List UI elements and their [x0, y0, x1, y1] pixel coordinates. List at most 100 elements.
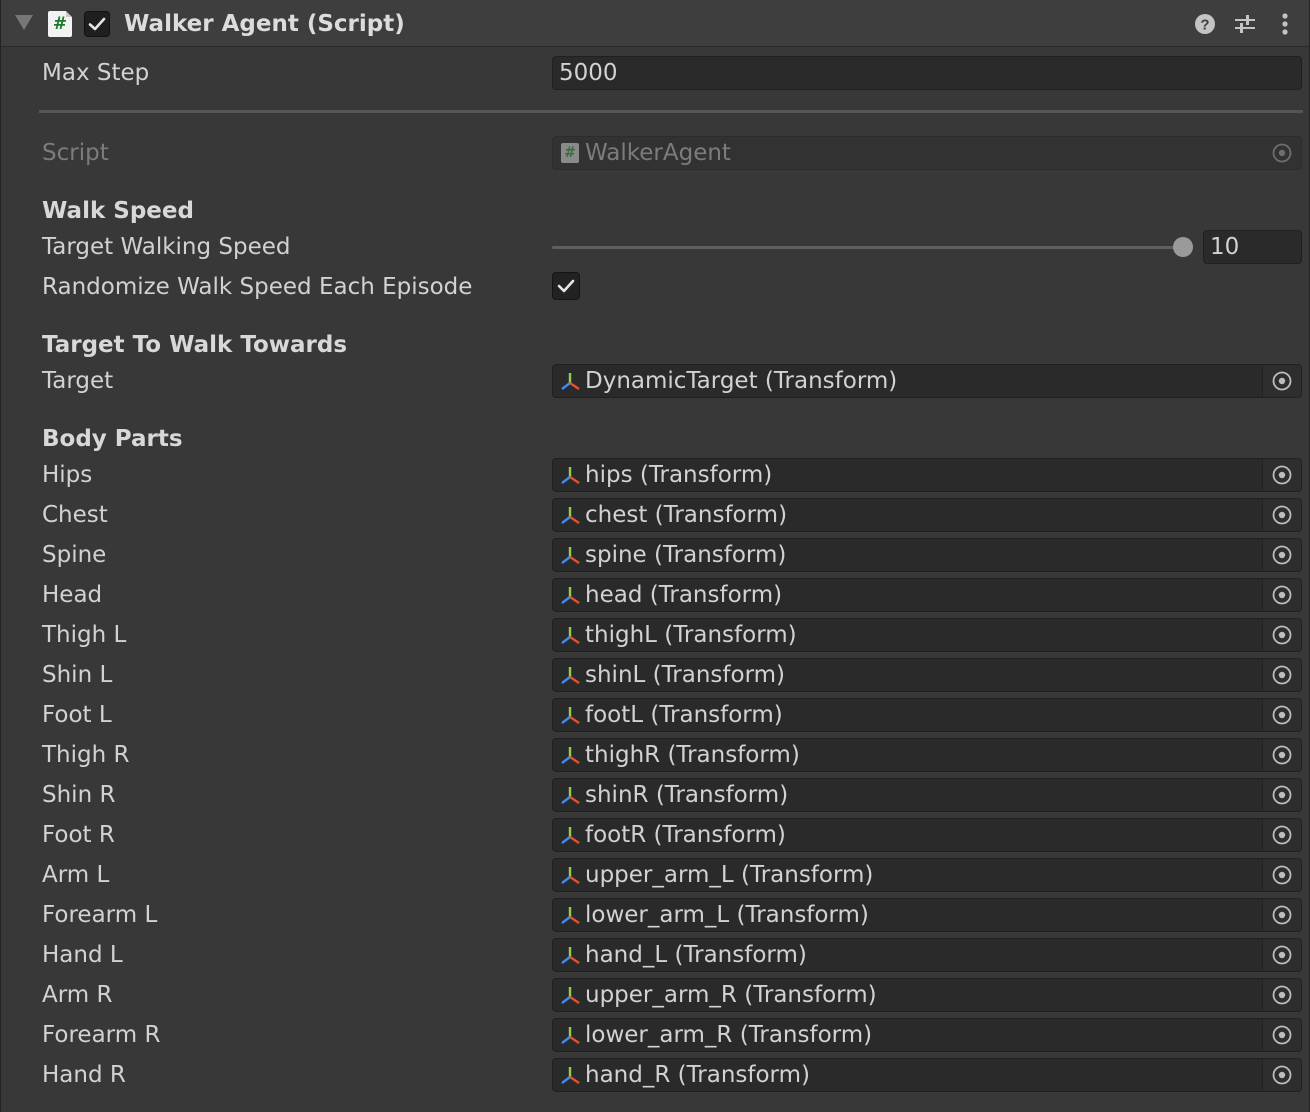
max-step-label: Max Step: [42, 60, 150, 86]
object-picker-icon[interactable]: [1262, 859, 1301, 891]
transform-axes-icon: [561, 827, 580, 844]
body-part-label: Arm R: [42, 982, 113, 1008]
body-part-value: thighL (Transform): [585, 622, 797, 648]
body-part-object-field[interactable]: thighR (Transform): [552, 738, 1302, 772]
checkmark-icon: [88, 17, 106, 31]
target-section-header: Target To Walk Towards: [42, 332, 348, 358]
body-part-label: Hand L: [42, 942, 123, 968]
help-icon[interactable]: ?: [1192, 11, 1218, 37]
body-part-label: Shin R: [42, 782, 116, 808]
body-part-value: hand_L (Transform): [585, 942, 807, 968]
target-walking-speed-row: Target Walking Speed 10: [1, 227, 1309, 267]
body-part-label: Hips: [42, 462, 93, 488]
body-part-value: hips (Transform): [585, 462, 773, 488]
walk-speed-input[interactable]: 10: [1203, 230, 1302, 264]
body-part-value: thighR (Transform): [585, 742, 800, 768]
script-label: Script: [42, 140, 109, 166]
body-part-value: lower_arm_R (Transform): [585, 1022, 873, 1048]
object-picker-icon[interactable]: [1262, 579, 1301, 611]
body-part-label: Spine: [42, 542, 107, 568]
object-picker-icon[interactable]: [1262, 1019, 1301, 1051]
transform-axes-icon: [561, 667, 580, 684]
transform-axes-icon: [561, 467, 580, 484]
component-enabled-checkbox[interactable]: [84, 11, 110, 37]
body-part-row: Forearm L lower_arm_L (Transform): [1, 895, 1309, 935]
body-part-value: footL (Transform): [585, 702, 783, 728]
body-part-object-field[interactable]: hips (Transform): [552, 458, 1302, 492]
object-picker-icon[interactable]: [1262, 459, 1301, 491]
triangle-down-icon[interactable]: [15, 15, 33, 30]
body-part-object-field[interactable]: thighL (Transform): [552, 618, 1302, 652]
body-part-object-field[interactable]: footR (Transform): [552, 818, 1302, 852]
body-part-label: Head: [42, 582, 103, 608]
body-part-object-field[interactable]: head (Transform): [552, 578, 1302, 612]
component-header[interactable]: # Walker Agent (Script) ?: [1, 0, 1309, 47]
body-part-label: Thigh L: [42, 622, 127, 648]
body-part-row: Foot R footR (Transform): [1, 815, 1309, 855]
object-picker-icon[interactable]: [1262, 1059, 1301, 1091]
body-part-label: Foot R: [42, 822, 115, 848]
object-picker-icon[interactable]: [1262, 699, 1301, 731]
body-part-label: Forearm R: [42, 1022, 161, 1048]
preset-sliders-icon[interactable]: [1232, 11, 1258, 37]
object-picker-icon[interactable]: [1262, 979, 1301, 1011]
object-picker-icon[interactable]: [1262, 739, 1301, 771]
body-part-label: Thigh R: [42, 742, 130, 768]
body-part-object-field[interactable]: spine (Transform): [552, 538, 1302, 572]
body-part-row: Hips hips (Transform): [1, 455, 1309, 495]
transform-axes-icon: [561, 707, 580, 724]
svg-text:?: ?: [1200, 17, 1209, 34]
script-row: Script # WalkerAgent: [1, 133, 1309, 173]
object-picker-icon[interactable]: [1262, 539, 1301, 571]
body-part-object-field[interactable]: hand_R (Transform): [552, 1058, 1302, 1092]
object-picker-icon[interactable]: [1262, 779, 1301, 811]
transform-axes-icon: [561, 747, 580, 764]
body-part-row: Hand R hand_R (Transform): [1, 1055, 1309, 1095]
body-part-row: Hand L hand_L (Transform): [1, 935, 1309, 975]
body-part-value: chest (Transform): [585, 502, 788, 528]
body-part-row: Head head (Transform): [1, 575, 1309, 615]
object-picker-icon[interactable]: [1262, 659, 1301, 691]
randomize-speed-row: Randomize Walk Speed Each Episode: [1, 267, 1309, 307]
randomize-speed-checkbox[interactable]: [552, 272, 580, 300]
object-picker-icon[interactable]: [1262, 939, 1301, 971]
transform-axes-icon: [561, 867, 580, 884]
body-part-row: Foot L footL (Transform): [1, 695, 1309, 735]
walk-speed-value: 10: [1210, 234, 1240, 260]
object-picker-icon: [1263, 137, 1301, 169]
body-part-object-field[interactable]: chest (Transform): [552, 498, 1302, 532]
csharp-script-icon: #: [48, 11, 72, 37]
object-picker-icon[interactable]: [1262, 365, 1301, 397]
object-picker-icon[interactable]: [1262, 899, 1301, 931]
transform-axes-icon: [561, 373, 580, 390]
body-part-label: Shin L: [42, 662, 113, 688]
body-part-object-field[interactable]: footL (Transform): [552, 698, 1302, 732]
object-picker-icon[interactable]: [1262, 619, 1301, 651]
body-part-row: Thigh L thighL (Transform): [1, 615, 1309, 655]
transform-axes-icon: [561, 947, 580, 964]
kebab-menu-icon[interactable]: [1272, 11, 1298, 37]
body-part-value: head (Transform): [585, 582, 783, 608]
walk-speed-slider-track[interactable]: [552, 246, 1184, 249]
walk-speed-slider-thumb[interactable]: [1173, 237, 1193, 257]
body-part-object-field[interactable]: lower_arm_R (Transform): [552, 1018, 1302, 1052]
body-part-label: Forearm L: [42, 902, 158, 928]
body-part-value: lower_arm_L (Transform): [585, 902, 869, 928]
body-part-row: Arm L upper_arm_L (Transform): [1, 855, 1309, 895]
body-part-object-field[interactable]: upper_arm_R (Transform): [552, 978, 1302, 1012]
body-part-object-field[interactable]: lower_arm_L (Transform): [552, 898, 1302, 932]
object-picker-icon[interactable]: [1262, 499, 1301, 531]
body-part-object-field[interactable]: hand_L (Transform): [552, 938, 1302, 972]
body-part-object-field[interactable]: shinL (Transform): [552, 658, 1302, 692]
body-part-row: Spine spine (Transform): [1, 535, 1309, 575]
target-row: Target DynamicTarget (Transform): [1, 361, 1309, 401]
transform-axes-icon: [561, 787, 580, 804]
object-picker-icon[interactable]: [1262, 819, 1301, 851]
target-label: Target: [42, 368, 114, 394]
transform-axes-icon: [561, 627, 580, 644]
body-part-object-field[interactable]: shinR (Transform): [552, 778, 1302, 812]
target-object-field[interactable]: DynamicTarget (Transform): [552, 364, 1302, 398]
transform-axes-icon: [561, 547, 580, 564]
max-step-input[interactable]: 5000: [552, 56, 1302, 90]
body-part-object-field[interactable]: upper_arm_L (Transform): [552, 858, 1302, 892]
